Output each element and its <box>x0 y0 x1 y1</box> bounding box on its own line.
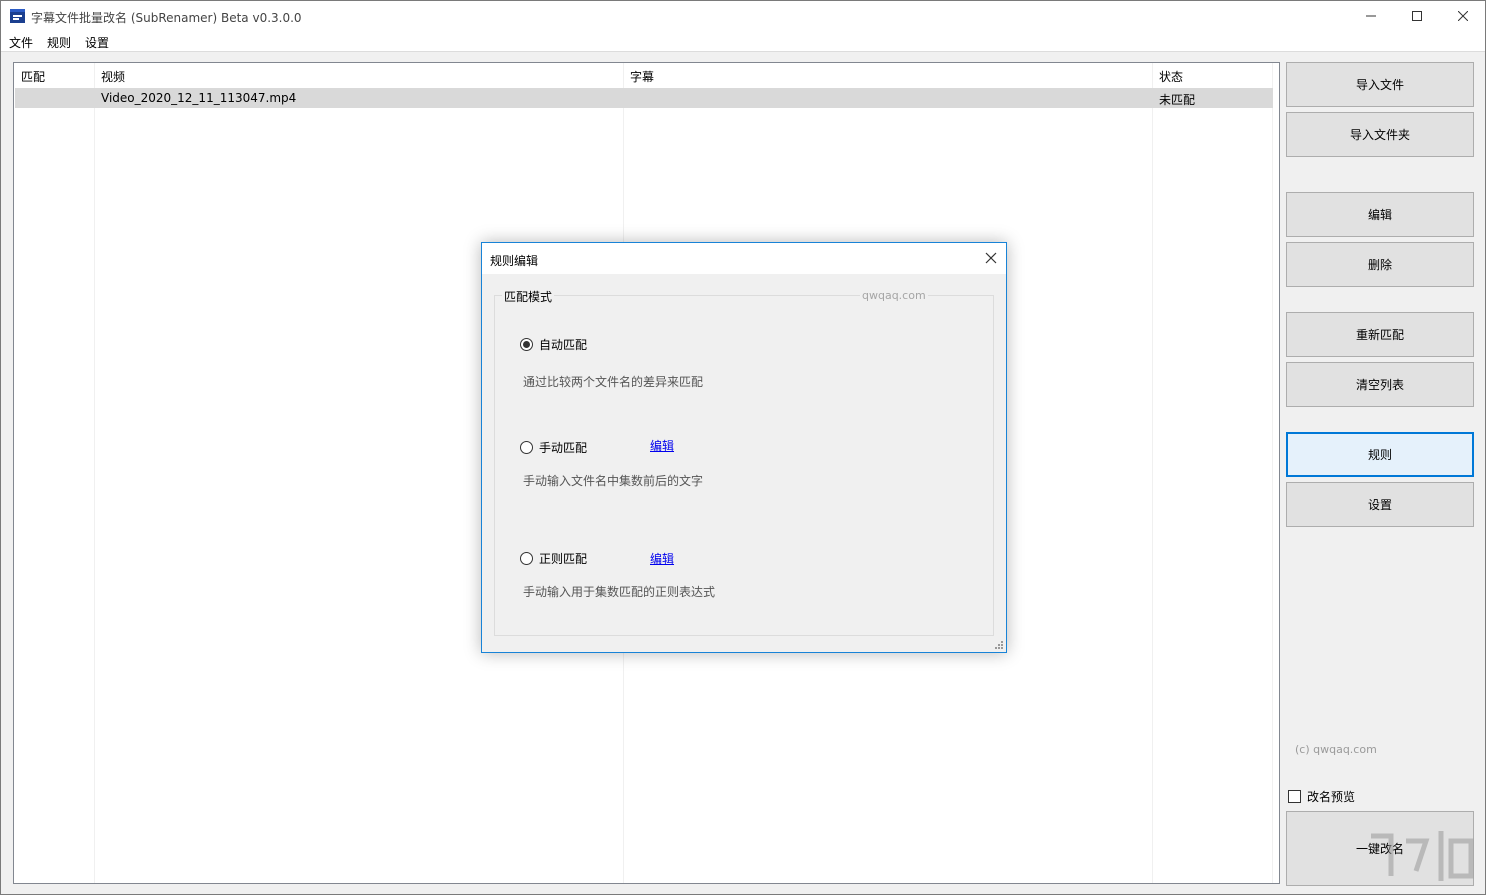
menu-bar: 文件 规则 设置 <box>1 31 1485 52</box>
auto-match-description: 通过比较两个文件名的差异来匹配 <box>523 375 704 389</box>
minimize-button[interactable] <box>1348 1 1394 31</box>
checkbox-box[interactable] <box>1288 790 1301 803</box>
radio-icon[interactable] <box>520 441 533 454</box>
column-divider <box>94 63 95 883</box>
radio-icon[interactable] <box>520 338 533 351</box>
manual-match-description: 手动输入文件名中集数前后的文字 <box>523 474 704 488</box>
menu-rules[interactable]: 规则 <box>46 33 72 52</box>
column-divider <box>1152 63 1153 883</box>
dialog-close-icon[interactable] <box>984 251 998 265</box>
title-bar[interactable]: 字幕文件批量改名 (SubRenamer) Beta v0.3.0.0 <box>1 1 1485 31</box>
close-window-button[interactable] <box>1440 1 1486 31</box>
settings-button[interactable]: 设置 <box>1286 482 1474 527</box>
window-title: 字幕文件批量改名 (SubRenamer) Beta v0.3.0.0 <box>31 11 302 25</box>
edit-button[interactable]: 编辑 <box>1286 192 1474 237</box>
resize-grip-icon[interactable] <box>994 640 1004 650</box>
auto-match-radio[interactable]: 自动匹配 <box>520 336 587 353</box>
app-icon <box>10 9 25 23</box>
dialog-title: 规则编辑 <box>490 254 539 268</box>
clear-list-button[interactable]: 清空列表 <box>1286 362 1474 407</box>
rename-preview-checkbox[interactable]: 改名预览 <box>1288 788 1355 805</box>
maximize-button[interactable] <box>1394 1 1440 31</box>
rule-edit-dialog: 规则编辑 匹配模式 qwqaq.com 自动匹配 通过比较两个文件名的差异来匹配… <box>481 242 1007 653</box>
column-header-subtitle[interactable]: 字幕 <box>623 63 1152 87</box>
auto-match-label: 自动匹配 <box>539 338 588 352</box>
import-file-button[interactable]: 导入文件 <box>1286 62 1474 107</box>
menu-settings[interactable]: 设置 <box>84 33 110 52</box>
rename-preview-label: 改名预览 <box>1307 790 1356 804</box>
manual-match-edit-link[interactable]: 编辑 <box>650 437 674 454</box>
maximize-icon <box>1412 11 1422 21</box>
match-mode-label: 匹配模式 <box>502 288 555 305</box>
dialog-title-bar[interactable]: 规则编辑 <box>482 243 1006 274</box>
cell-video: Video_2020_12_11_113047.mp4 <box>101 91 297 105</box>
close-icon <box>1458 11 1468 21</box>
manual-match-label: 手动匹配 <box>539 441 588 455</box>
manual-match-radio[interactable]: 手动匹配 <box>520 439 587 456</box>
regex-match-radio[interactable]: 正则匹配 <box>520 550 587 567</box>
column-header-match[interactable]: 匹配 <box>14 63 94 87</box>
rematch-button[interactable]: 重新匹配 <box>1286 312 1474 357</box>
copyright-text: (c) qwqaq.com <box>1295 743 1377 756</box>
regex-match-description: 手动输入用于集数匹配的正则表达式 <box>523 585 716 599</box>
radio-icon[interactable] <box>520 552 533 565</box>
regex-match-edit-link[interactable]: 编辑 <box>650 550 674 567</box>
import-folder-button[interactable]: 导入文件夹 <box>1286 112 1474 157</box>
watermark-text: qwqaq.com <box>860 289 928 302</box>
watermark-logo <box>1371 831 1474 881</box>
menu-file[interactable]: 文件 <box>8 33 34 52</box>
column-header-video[interactable]: 视频 <box>94 63 623 87</box>
delete-button[interactable]: 删除 <box>1286 242 1474 287</box>
cell-status: 未匹配 <box>1159 93 1196 107</box>
app-window: 字幕文件批量改名 (SubRenamer) Beta v0.3.0.0 文件 规… <box>0 0 1486 895</box>
column-divider <box>1272 63 1273 883</box>
rules-button[interactable]: 规则 <box>1286 432 1474 477</box>
regex-match-label: 正则匹配 <box>539 552 588 566</box>
column-header-status[interactable]: 状态 <box>1152 63 1272 87</box>
minimize-icon <box>1366 15 1376 17</box>
